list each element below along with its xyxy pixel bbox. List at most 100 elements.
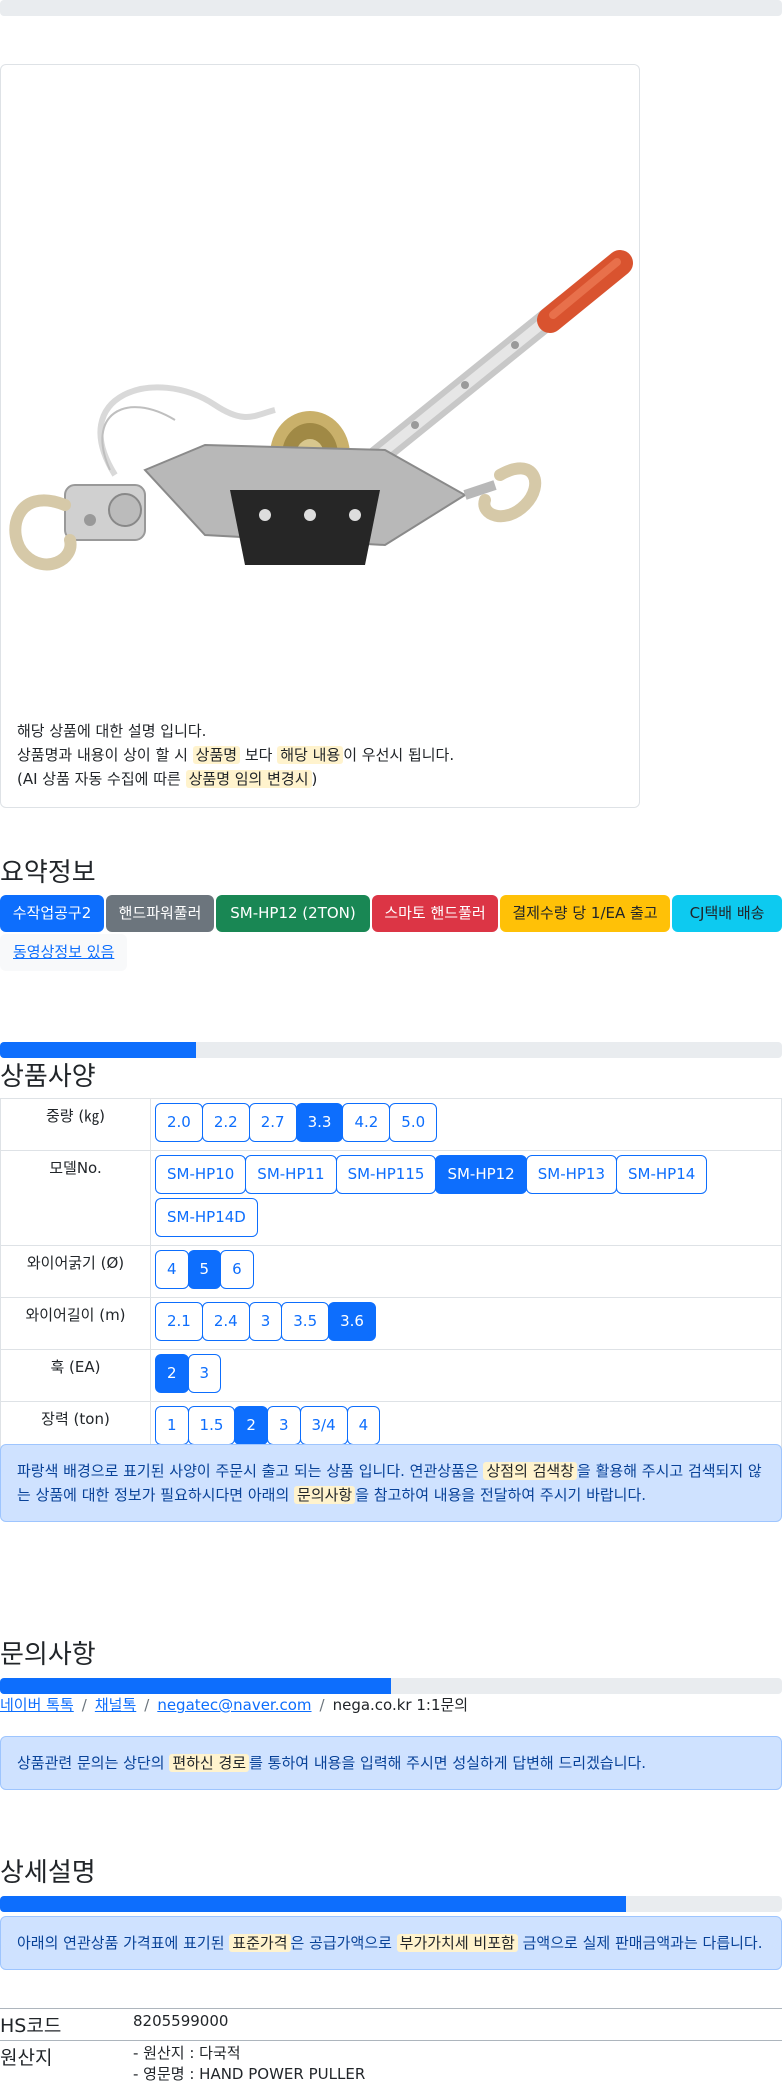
origin-row: 원산지 - 원산지 : 다국적 - 영문명 : HAND POWER PULLE… — [0, 2040, 782, 2087]
spec-row: 훅 (EA) 2 3 — [0, 1349, 782, 1402]
spec-option[interactable]: 5.0 — [389, 1103, 438, 1142]
desc-text: 이 우선시 됩니다. — [343, 746, 455, 764]
desc-text: 해당 상품에 대한 설명 입니다. — [17, 722, 207, 740]
spec-option-selected[interactable]: 2 — [234, 1406, 268, 1445]
separator: / — [144, 1696, 150, 1714]
spec-option[interactable]: SM-HP14 — [616, 1155, 708, 1194]
desc-line-2: 상품명과 내용이 상이 할 시 상품명 보다 해당 내용 이 우선시 됩니다. — [17, 743, 454, 767]
product-image — [9, 250, 633, 571]
notice-highlight: 표준가격 — [229, 1934, 291, 1952]
summary-badge: CJ택배 배송 — [672, 895, 782, 932]
spec-option-selected[interactable]: SM-HP12 — [435, 1155, 527, 1194]
spec-option[interactable]: 4.2 — [342, 1103, 391, 1142]
spec-options: 2.1 2.4 3 3.5 3.6 — [150, 1297, 782, 1350]
origin-value: - 원산지 : 다국적 - 영문명 : HAND POWER PULLER — [133, 2040, 782, 2087]
spec-option[interactable]: 6 — [220, 1250, 254, 1289]
summary-badge: 핸드파워풀러 — [106, 895, 214, 932]
site-inquiry-text: nega.co.kr 1:1문의 — [332, 1696, 469, 1714]
desc-line-1: 해당 상품에 대한 설명 입니다. — [17, 719, 454, 743]
spec-option[interactable]: 2.4 — [201, 1302, 250, 1341]
spec-option[interactable]: SM-HP115 — [335, 1155, 437, 1194]
hs-code-label: HS코드 — [0, 2008, 133, 2041]
detail-progress-fill — [0, 1896, 626, 1912]
spec-option-selected[interactable]: 5 — [187, 1250, 222, 1289]
spec-progress-bar — [0, 1042, 782, 1058]
desc-text: 보다 — [244, 746, 273, 764]
inquiry-progress-fill — [0, 1678, 391, 1694]
detail-title: 상세설명 — [0, 1858, 96, 1888]
notice-text: 금액으로 실제 판매금액과는 다릅니다. — [522, 1934, 763, 1952]
spec-option[interactable]: 1 — [155, 1406, 189, 1445]
spec-option[interactable]: 2.1 — [155, 1302, 203, 1341]
desc-line-3: (AI 상품 자동 수집에 따른 상품명 임의 변경시) — [17, 767, 454, 791]
spec-options: 2.0 2.2 2.7 3.3 4.2 5.0 — [150, 1098, 782, 1151]
notice-text: 파랑색 배경으로 표기된 사양이 주문시 출고 되는 상품 입니다. 연관상품은 — [17, 1462, 479, 1480]
notice-highlight: 편하신 경로 — [169, 1754, 250, 1772]
hs-code-row: HS코드 8205599000 — [0, 2008, 782, 2041]
spec-option[interactable]: SM-HP10 — [155, 1155, 247, 1194]
spec-option[interactable]: 1.5 — [187, 1406, 236, 1445]
summary-badge: SM-HP12 (2TON) — [216, 895, 370, 932]
spec-label: 모델No. — [0, 1150, 151, 1246]
spec-option[interactable]: SM-HP11 — [245, 1155, 337, 1194]
origin-english-name: - 영문명 : HAND POWER PULLER — [133, 2065, 366, 2083]
desc-text: 상품명과 내용이 상이 할 시 — [17, 746, 188, 764]
separator: / — [81, 1696, 87, 1714]
notice-text: 을 참고하여 내용을 전달하여 주시기 바랍니다. — [355, 1486, 647, 1504]
summary-badge: 결제수량 당 1/EA 출고 — [500, 895, 670, 932]
email-link[interactable]: negatec@naver.com — [157, 1696, 311, 1714]
spec-option[interactable]: 2.0 — [155, 1103, 203, 1142]
notice-text: 아래의 연관상품 가격표에 표기된 — [17, 1934, 225, 1952]
spec-row: 모델No. SM-HP10 SM-HP11 SM-HP115 SM-HP12 SM-HP1… — [0, 1150, 782, 1246]
spec-option[interactable]: SM-HP14D — [155, 1198, 258, 1237]
detail-info-table: HS코드 8205599000 원산지 - 원산지 : 다국적 - 영문명 : … — [0, 2008, 782, 2087]
top-progress-bar — [0, 0, 782, 16]
inquiry-notice: 상품관련 문의는 상단의 편하신 경로 를 통하여 내용을 입력해 주시면 성실하… — [0, 1736, 782, 1790]
separator: / — [319, 1696, 325, 1714]
spec-option[interactable]: 3 — [187, 1354, 222, 1393]
video-info-link[interactable]: 동영상정보 있음 — [13, 943, 114, 961]
summary-badge: 수작업공구2 — [0, 895, 104, 932]
spec-options: SM-HP10 SM-HP11 SM-HP115 SM-HP12 SM-HP13 SM-H… — [150, 1150, 782, 1246]
spec-label: 훅 (EA) — [0, 1349, 151, 1402]
notice-text: 은 공급가액으로 — [290, 1934, 392, 1952]
spec-title: 상품사양 — [0, 1062, 96, 1092]
spec-options: 456 — [150, 1245, 782, 1298]
spec-option[interactable]: 3 — [266, 1406, 301, 1445]
spec-option[interactable]: 4 — [155, 1250, 189, 1289]
channeltalk-link[interactable]: 채널톡 — [95, 1696, 136, 1714]
video-info-badge: 동영상정보 있음 — [0, 934, 128, 971]
desc-text: ) — [311, 770, 318, 788]
spec-option[interactable]: 3 — [248, 1302, 283, 1341]
spec-label: 중량 (㎏) — [0, 1098, 151, 1151]
hs-code-value: 8205599000 — [133, 2008, 782, 2041]
spec-label: 와이어굵기 (Ø) — [0, 1245, 151, 1298]
inquiry-progress-bar — [0, 1678, 782, 1694]
spec-row: 와이어굵기 (Ø) 4 5 6 — [0, 1245, 782, 1298]
desc-text: (AI 상품 자동 수집에 따른 — [17, 770, 181, 788]
inquiry-title: 문의사항 — [0, 1640, 96, 1670]
desc-highlight: 해당 내용 — [277, 746, 344, 764]
spec-option[interactable]: 4 — [346, 1406, 381, 1445]
inquiry-channels: 네이버 톡톡 / 채널톡 / negatec@naver.com / nega.co.kr … — [0, 1694, 468, 1715]
spec-option-selected[interactable]: 3.3 — [295, 1103, 344, 1142]
desc-highlight: 상품명 임의 변경시 — [185, 770, 312, 788]
naver-talktalk-link[interactable]: 네이버 톡톡 — [0, 1696, 74, 1714]
notice-highlight: 문의사항 — [294, 1486, 356, 1504]
spec-option[interactable]: SM-HP13 — [525, 1155, 618, 1194]
origin-label: 원산지 — [0, 2040, 133, 2087]
spec-notice: 파랑색 배경으로 표기된 사양이 주문시 출고 되는 상품 입니다. 연관상품은… — [0, 1444, 782, 1522]
notice-highlight: 부가가치세 비포함 — [396, 1934, 518, 1952]
detail-notice: 아래의 연관상품 가격표에 표기된 표준가격 은 공급가액으로 부가가치세 비포함… — [0, 1916, 782, 1970]
spec-option[interactable]: 3.5 — [281, 1302, 330, 1341]
spec-option[interactable]: 3/4 — [299, 1406, 348, 1445]
spec-option[interactable]: 2.7 — [248, 1103, 297, 1142]
spec-table: 중량 (㎏) 2.0 2.2 2.7 3.3 4.2 5.0 모델No. SM-HP10 SM-H… — [0, 1098, 782, 1454]
spec-option-selected[interactable]: 2 — [155, 1354, 189, 1393]
spec-options: 23 — [150, 1349, 782, 1402]
product-description: 해당 상품에 대한 설명 입니다. 상품명과 내용이 상이 할 시 상품명 보다… — [17, 719, 454, 791]
spec-option-selected[interactable]: 3.6 — [328, 1302, 376, 1341]
spec-row: 와이어길이 (m) 2.1 2.4 3 3.5 3.6 — [0, 1297, 782, 1350]
spec-row: 중량 (㎏) 2.0 2.2 2.7 3.3 4.2 5.0 — [0, 1098, 782, 1151]
spec-option[interactable]: 2.2 — [201, 1103, 250, 1142]
